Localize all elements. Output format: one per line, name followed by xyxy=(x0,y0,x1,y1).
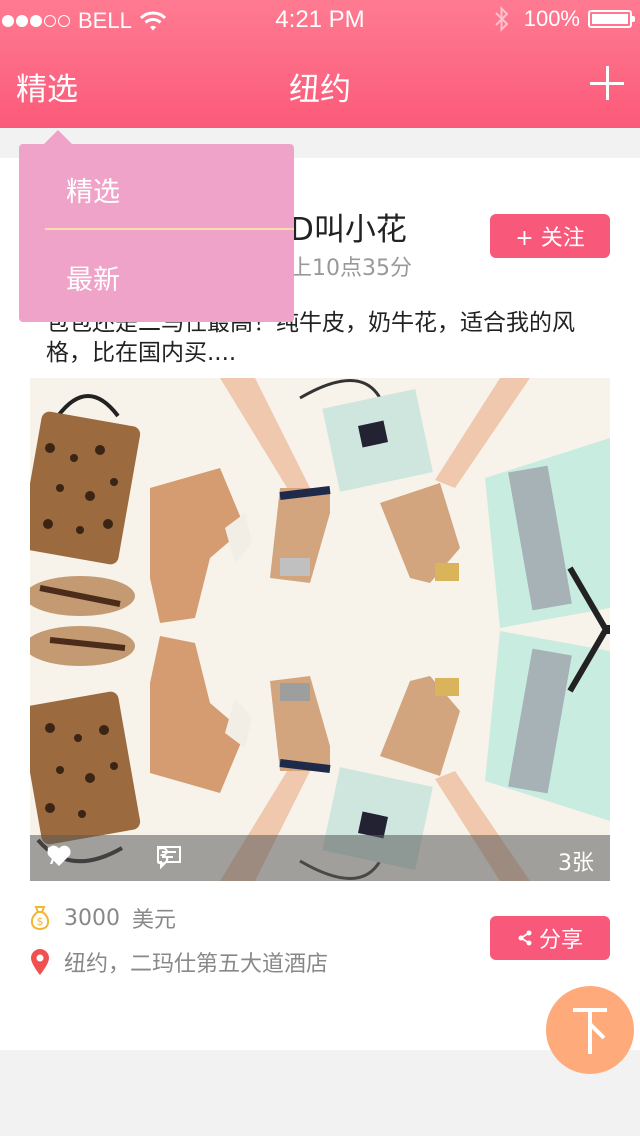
dropdown-item-featured[interactable]: 精选 xyxy=(19,144,294,230)
arrow-up-icon xyxy=(573,1008,607,1054)
nav-filter-selector[interactable]: 精选 xyxy=(16,64,78,109)
dropdown-item-label: 精选 xyxy=(66,177,120,208)
money-bag-icon: $ xyxy=(30,906,50,931)
back-to-top-button[interactable] xyxy=(546,986,634,1074)
location-text: 纽约，二玛仕第五大道酒店 xyxy=(64,952,329,977)
comment-button[interactable]: 3 xyxy=(156,845,181,870)
filter-dropdown: 精选 最新 xyxy=(19,144,294,322)
dropdown-divider xyxy=(45,228,294,230)
status-right: 100% xyxy=(494,6,635,32)
plus-icon[interactable] xyxy=(590,66,624,100)
share-icon xyxy=(518,930,532,946)
svg-text:$: $ xyxy=(37,915,44,928)
bluetooth-icon xyxy=(495,6,509,32)
photo-count: 3张 xyxy=(558,851,594,876)
share-button[interactable]: 分享 xyxy=(490,916,610,960)
nav-title: 纽约 xyxy=(289,72,351,108)
dropdown-arrow xyxy=(44,130,72,144)
like-button[interactable]: 7 xyxy=(46,845,71,870)
price-value: 3000 xyxy=(64,905,120,931)
header-bar: BELL 4:21 PM 100% 精选 纽约 xyxy=(0,0,640,128)
dropdown-item-label: 最新 xyxy=(66,265,120,296)
location-row[interactable]: 纽约，二玛仕第五大道酒店 xyxy=(28,946,328,978)
heart-icon xyxy=(47,845,71,866)
share-label: 分享 xyxy=(538,928,583,953)
shoes-and-bags-photo xyxy=(30,378,610,881)
price-row: $ 3000 美元 xyxy=(28,902,176,934)
post-username[interactable]: D叫小花 xyxy=(290,204,407,249)
post-time: 上10点35分 xyxy=(290,256,412,281)
price-unit: 美元 xyxy=(132,908,177,933)
photo-info-bar: 7 3 3张 xyxy=(30,835,610,881)
battery-percent: 100% xyxy=(523,6,580,31)
post-photo[interactable]: 7 3 3张 xyxy=(30,378,610,881)
follow-button[interactable]: + 关注 xyxy=(490,214,610,258)
dropdown-item-latest[interactable]: 最新 xyxy=(19,232,294,318)
comment-icon xyxy=(157,846,181,869)
location-pin-icon xyxy=(31,949,49,975)
status-bar: BELL 4:21 PM 100% xyxy=(0,0,640,40)
battery-icon xyxy=(588,10,635,28)
